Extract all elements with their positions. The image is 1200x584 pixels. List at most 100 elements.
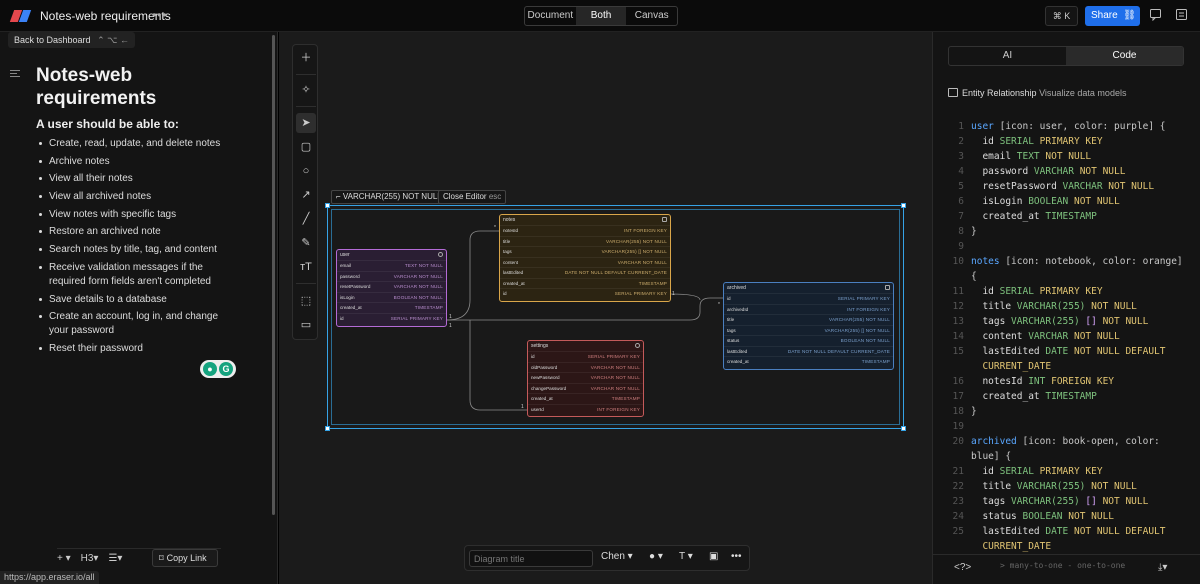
table-row[interactable]: userId INT FOREIGN KEY bbox=[528, 403, 643, 415]
table-row[interactable]: created_at TIMESTAMP bbox=[500, 277, 670, 289]
code-token: NOT NULL bbox=[1068, 511, 1115, 522]
code-line[interactable]: CURRENT_DATE bbox=[944, 359, 1051, 374]
code-line[interactable]: CURRENT_DATE bbox=[944, 539, 1051, 554]
code-token: notes bbox=[971, 256, 1006, 267]
table-row[interactable]: isLogin BOOLEAN NOT NULL bbox=[337, 291, 446, 303]
code-line[interactable]: 17 created_at TIMESTAMP bbox=[944, 389, 1097, 404]
code-token: created_at bbox=[971, 211, 1046, 222]
code-line[interactable]: 20 archived [icon: book-open, color: bbox=[944, 434, 1160, 449]
table-row[interactable]: id SERIAL PRIMARY KEY bbox=[500, 288, 670, 299]
code-line[interactable]: 10 notes [icon: notebook, color: orange] bbox=[944, 254, 1183, 269]
table-row[interactable]: notesId INT FOREIGN KEY bbox=[500, 225, 670, 236]
code-line[interactable]: 18} bbox=[944, 404, 977, 419]
line-number: 3 bbox=[958, 151, 964, 162]
code-line[interactable]: 23 tags VARCHAR(255) [] NOT NULL bbox=[944, 494, 1149, 509]
table-row[interactable]: title VARCHAR(255) NOT NULL bbox=[724, 314, 893, 325]
line-number: 24 bbox=[952, 511, 964, 522]
line-number: 25 bbox=[952, 526, 964, 537]
color-dropdown[interactable]: ● ▾ bbox=[649, 551, 663, 562]
table-row[interactable]: tags VARCHAR(255) [] NOT NULL bbox=[500, 246, 670, 257]
table-row[interactable]: changePassword VARCHAR NOT NULL bbox=[528, 382, 643, 394]
table-row[interactable]: id SERIAL PRIMARY KEY bbox=[724, 293, 893, 304]
code-line[interactable]: { bbox=[944, 269, 977, 284]
diagram-type-title: Entity Relationship bbox=[962, 88, 1037, 98]
code-line[interactable]: 4 password VARCHAR NOT NULL bbox=[944, 164, 1125, 179]
table-row[interactable]: created_at TIMESTAMP bbox=[528, 393, 643, 404]
table-row[interactable]: resetPassword VARCHAR NOT NULL bbox=[337, 281, 446, 292]
code-token: user bbox=[971, 121, 1000, 132]
table-row[interactable]: created_at TIMESTAMP bbox=[337, 302, 446, 313]
code-line[interactable]: blue] { bbox=[944, 449, 1011, 464]
table-row[interactable]: content VARCHAR NOT NULL bbox=[500, 256, 670, 268]
line-number: 10 bbox=[952, 256, 964, 267]
table-row[interactable]: tags VARCHAR(255) [] NOT NULL bbox=[724, 324, 893, 336]
table-row[interactable]: archivedId INT FOREIGN KEY bbox=[724, 303, 893, 315]
code-token: } bbox=[971, 226, 977, 237]
code-token: FOREIGN KEY bbox=[1051, 376, 1115, 387]
code-token: VARCHAR(255) bbox=[1016, 301, 1092, 312]
table-row[interactable]: oldPassword VARCHAR NOT NULL bbox=[528, 361, 643, 373]
code-token: [icon: notebook, color: orange] bbox=[1005, 256, 1183, 267]
table-row[interactable]: newPassword VARCHAR NOT NULL bbox=[528, 372, 643, 383]
code-token: [icon: book-open, color: bbox=[1022, 436, 1160, 447]
code-token: NOT NULL bbox=[1045, 151, 1092, 162]
code-line[interactable]: 3 email TEXT NOT NULL bbox=[944, 149, 1091, 164]
entity-notes[interactable]: notes notesId INT FOREIGN KEY title VARCHA… bbox=[499, 214, 671, 302]
code-line[interactable]: 13 tags VARCHAR(255) [] NOT NULL bbox=[944, 314, 1149, 329]
code-line[interactable]: 16 notesId INT FOREIGN KEY bbox=[944, 374, 1114, 389]
code-line[interactable]: 11 id SERIAL PRIMARY KEY bbox=[944, 284, 1103, 299]
code-line[interactable]: 14 content VARCHAR NOT NULL bbox=[944, 329, 1120, 344]
code-token: CURRENT_DATE bbox=[971, 541, 1052, 552]
diagram-title-input[interactable] bbox=[469, 550, 593, 567]
tab-ai[interactable]: AI bbox=[949, 47, 1066, 65]
diagram-type-selector[interactable]: Entity Relationship Visualize data model… bbox=[948, 88, 1126, 98]
code-line[interactable]: 1 user [icon: user, color: purple] { bbox=[944, 119, 1165, 134]
code-token: NOT NULL DEFAULT bbox=[1073, 346, 1166, 357]
code-line[interactable]: 15 lastEdited DATE NOT NULL DEFAULT bbox=[944, 344, 1166, 359]
code-token: PRIMARY KEY bbox=[1039, 286, 1103, 297]
code-token: BOOLEAN bbox=[1028, 196, 1074, 207]
notation-dropdown[interactable]: Chen ▾ bbox=[601, 551, 633, 562]
code-line[interactable]: 25 lastEdited DATE NOT NULL DEFAULT bbox=[944, 524, 1166, 539]
entity-archived[interactable]: archived id SERIAL PRIMARY KEY archivedId… bbox=[723, 282, 894, 370]
line-number: 1 bbox=[958, 121, 964, 132]
table-row[interactable]: lastEdited DATE NOT NULL DEFAULT CURRENT_… bbox=[500, 267, 670, 278]
code-token: TEXT bbox=[1016, 151, 1046, 162]
table-row[interactable]: id SERIAL PRIMARY KEY bbox=[337, 312, 446, 324]
code-token: title bbox=[971, 481, 1017, 492]
code-line[interactable]: 8} bbox=[944, 224, 977, 239]
code-line[interactable]: 5 resetPassword VARCHAR NOT NULL bbox=[944, 179, 1154, 194]
table-row[interactable]: id SERIAL PRIMARY KEY bbox=[528, 351, 643, 362]
download-icon[interactable]: ⤓▾ bbox=[1158, 562, 1167, 573]
code-syntax-icon[interactable]: <?> bbox=[954, 562, 971, 573]
entity-relationship-icon bbox=[948, 88, 958, 97]
code-line[interactable]: 7 created_at TIMESTAMP bbox=[944, 209, 1097, 224]
code-line[interactable]: 2 id SERIAL PRIMARY KEY bbox=[944, 134, 1102, 149]
text-style-dropdown[interactable]: T ▾ bbox=[679, 551, 693, 562]
code-token: lastEdited bbox=[971, 526, 1046, 537]
code-token: NOT NULL bbox=[1091, 481, 1137, 492]
entity-user[interactable]: user email TEXT NOT NULL password VARCHAR … bbox=[336, 249, 447, 327]
tab-code[interactable]: Code bbox=[1066, 47, 1183, 65]
code-token: blue] { bbox=[971, 451, 1012, 462]
code-token: status bbox=[971, 511, 1023, 522]
table-row[interactable]: lastEdited DATE NOT NULL DEFAULT CURRENT_… bbox=[724, 345, 893, 357]
code-line[interactable]: 12 title VARCHAR(255) NOT NULL bbox=[944, 299, 1137, 314]
table-row[interactable]: title VARCHAR(255) NOT NULL bbox=[500, 235, 670, 247]
entity-header: archived bbox=[724, 283, 893, 293]
code-line[interactable]: 21 id SERIAL PRIMARY KEY bbox=[944, 464, 1103, 479]
code-line[interactable]: 19 bbox=[944, 419, 971, 434]
entity-settings[interactable]: settings id SERIAL PRIMARY KEY oldPasswor… bbox=[527, 340, 644, 417]
line-number: 23 bbox=[952, 496, 964, 507]
table-row[interactable]: status BOOLEAN NOT NULL bbox=[724, 335, 893, 346]
more-options-icon[interactable]: ••• bbox=[731, 551, 742, 562]
table-row[interactable]: password VARCHAR NOT NULL bbox=[337, 270, 446, 282]
user-icon bbox=[438, 252, 443, 257]
code-line[interactable]: 24 status BOOLEAN NOT NULL bbox=[944, 509, 1114, 524]
code-line[interactable]: 9 bbox=[944, 239, 971, 254]
table-row[interactable]: created_at TIMESTAMP bbox=[724, 356, 893, 367]
code-line[interactable]: 22 title VARCHAR(255) NOT NULL bbox=[944, 479, 1137, 494]
table-row[interactable]: email TEXT NOT NULL bbox=[337, 260, 446, 271]
comment-icon[interactable]: ▣ bbox=[709, 551, 718, 562]
code-line[interactable]: 6 isLogin BOOLEAN NOT NULL bbox=[944, 194, 1119, 209]
